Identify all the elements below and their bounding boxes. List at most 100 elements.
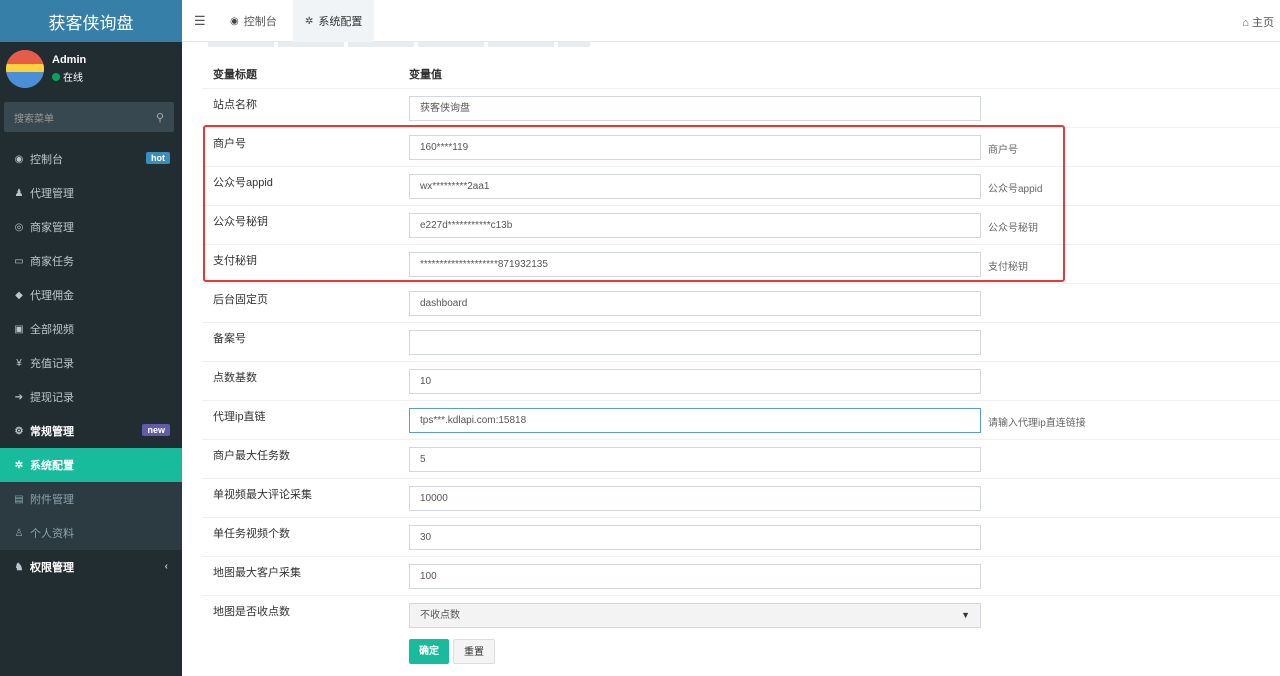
sidebar-item-label: 全部视频 [30, 324, 74, 336]
home-link[interactable]: ⌂ 主页 [1242, 14, 1274, 30]
user-icon: ♙ [14, 527, 24, 539]
text-field[interactable]: 10000 [409, 486, 981, 511]
config-tab[interactable] [208, 42, 274, 47]
sidebar-item[interactable]: ♞ 权限管理 ‹ [0, 550, 182, 584]
keyboard-icon: ▭ [14, 255, 24, 267]
text-field[interactable] [409, 330, 981, 355]
tab-dashboard[interactable]: ◉ 控制台 [218, 0, 289, 42]
sidebar-item[interactable]: ◎ 商家管理 [0, 210, 182, 244]
field-value: 10 [420, 376, 432, 387]
search-icon[interactable]: ⚲ [156, 111, 164, 124]
cog-icon: ✲ [305, 15, 314, 27]
row-label: 备案号 [213, 333, 246, 345]
header-title: 变量标题 [213, 69, 257, 81]
caret-down-icon[interactable]: ▼ [961, 604, 970, 627]
sidebar-item-label: 控制台 [30, 154, 63, 166]
home-icon: ⌂ [1242, 17, 1249, 29]
config-tab[interactable] [418, 42, 484, 47]
sidebar-item-label: 充值记录 [30, 358, 74, 370]
sidebar-item[interactable]: ▣ 全部视频 [0, 312, 182, 346]
reset-button[interactable]: 重置 [453, 639, 495, 664]
sidebar-item[interactable]: ♙ 个人资料 [0, 516, 182, 550]
row-label: 单视频最大评论采集 [213, 489, 312, 501]
topbar: ☰ ◉ 控制台 ✲ 系统配置 ⌂ 主页 [182, 0, 1280, 42]
text-field[interactable]: dashboard [409, 291, 981, 316]
online-dot-icon [52, 72, 60, 81]
sidebar-item[interactable]: ➔ 提现记录 [0, 380, 182, 414]
sidebar-item[interactable]: ▭ 商家任务 [0, 244, 182, 278]
dashboard-icon: ◉ [14, 153, 24, 165]
dashboard-icon: ◉ [230, 15, 239, 27]
user-status-text: 在线 [63, 73, 83, 84]
chevron-left-icon[interactable]: ‹ [165, 561, 168, 572]
sidebar-item[interactable]: ◆ 代理佣金 [0, 278, 182, 312]
menu-search-input[interactable]: 搜索菜单 ⚲ [4, 102, 174, 132]
field-hint: 请输入代理ip直连链接 [988, 418, 1086, 429]
field-value: tps***.kdlapi.com:15818 [420, 415, 527, 426]
sidebar-item[interactable]: ✲ 系统配置 [0, 448, 182, 482]
menu-toggle-icon[interactable]: ☰ [194, 13, 206, 29]
logo[interactable]: 获客侠询盘 [0, 0, 182, 42]
users-icon: ♟ [14, 187, 24, 199]
row-label: 单任务视频个数 [213, 528, 290, 540]
cogs-icon: ⚙ [14, 425, 24, 437]
config-tab[interactable] [488, 42, 554, 47]
select-field[interactable]: 不收点数 ▼ [409, 603, 981, 628]
sidebar-item-label: 系统配置 [30, 460, 74, 472]
sidebar-item-label: 商家任务 [30, 256, 74, 268]
menu-badge: hot [146, 152, 170, 164]
table-row: 后台固定页 dashboard [202, 283, 1280, 322]
sidebar-item[interactable]: ♟ 代理管理 [0, 176, 182, 210]
table-row: 代理ip直链 tps***.kdlapi.com:15818 请输入代理ip直连链接 [202, 400, 1280, 439]
config-tab[interactable] [348, 42, 414, 47]
table-row: 单任务视频个数 30 [202, 517, 1280, 556]
tab-system-config[interactable]: ✲ 系统配置 [293, 0, 375, 42]
tab-system-config-label: 系统配置 [318, 16, 363, 28]
sidebar-item-label: 代理佣金 [30, 290, 74, 302]
sidebar-item-label: 权限管理 [30, 562, 74, 574]
row-label: 点数基数 [213, 372, 257, 384]
menu-badge: new [142, 424, 170, 436]
text-field[interactable]: 30 [409, 525, 981, 550]
sidebar-item-label: 商家管理 [30, 222, 74, 234]
row-label: 商户最大任务数 [213, 450, 290, 462]
row-label: 地图最大客户采集 [213, 567, 301, 579]
text-field[interactable]: 5 [409, 447, 981, 472]
confirm-button[interactable]: 确定 [409, 639, 449, 664]
field-value: 5 [420, 454, 426, 465]
field-value: 获客侠询盘 [420, 103, 470, 114]
user-name: Admin [52, 54, 87, 66]
home-label: 主页 [1252, 17, 1274, 29]
row-label: 后台固定页 [213, 294, 268, 306]
sidebar-item[interactable]: ¥ 充值记录 [0, 346, 182, 380]
text-field[interactable]: 获客侠询盘 [409, 96, 981, 121]
table-row: 商户最大任务数 5 [202, 439, 1280, 478]
config-tab[interactable] [558, 42, 590, 47]
sidebar-item[interactable]: ⚙ 常规管理 new [0, 414, 182, 448]
table-row: 站点名称 获客侠询盘 [202, 88, 1280, 127]
sidebar: 获客侠询盘 Admin 在线 搜索菜单 ⚲ ◉ 控制台 hot ♟ 代理管理 ◎ 商家管理 ▭… [0, 0, 182, 676]
file-image-icon: ▤ [14, 493, 24, 505]
field-value: 不收点数 [420, 610, 460, 621]
sidebar-item[interactable]: ▤ 附件管理 [0, 482, 182, 516]
sidebar-item-label: 个人资料 [30, 528, 74, 540]
sidebar-item-label: 提现记录 [30, 392, 74, 404]
field-value: 100 [420, 571, 437, 582]
cog-icon: ✲ [14, 459, 24, 471]
user-panel: Admin 在线 [0, 42, 182, 96]
user-status: 在线 [52, 69, 86, 84]
sidebar-item-label: 附件管理 [30, 494, 74, 506]
text-field[interactable]: 100 [409, 564, 981, 589]
config-tab[interactable] [278, 42, 344, 47]
field-value: 10000 [420, 493, 448, 504]
tab-dashboard-label: 控制台 [243, 16, 277, 28]
sidebar-item[interactable]: ◉ 控制台 hot [0, 142, 182, 176]
file-video-icon: ▣ [14, 323, 24, 335]
text-field[interactable]: tps***.kdlapi.com:15818 [409, 408, 981, 433]
user-info: Admin 在线 [52, 54, 86, 84]
row-label: 地图是否收点数 [213, 606, 290, 618]
row-label: 站点名称 [213, 99, 257, 111]
table-header: 变量标题 变量值 [202, 66, 1280, 86]
text-field[interactable]: 10 [409, 369, 981, 394]
eye-icon: ◎ [14, 221, 24, 233]
